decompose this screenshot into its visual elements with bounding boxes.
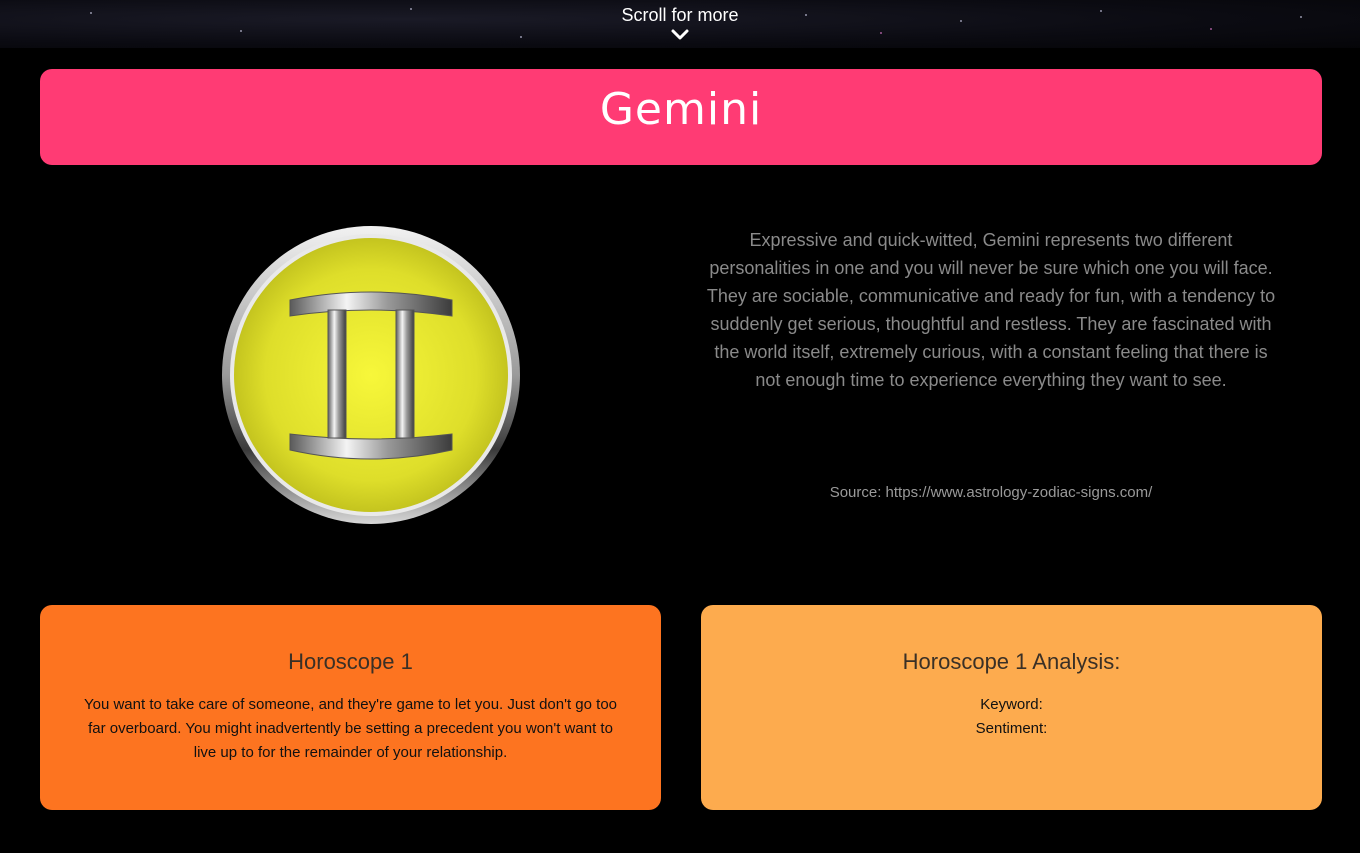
scroll-label[interactable]: Scroll for more [0, 4, 1360, 26]
sign-title: Gemini [599, 84, 763, 135]
sign-title-banner: Gemini [40, 69, 1322, 165]
analysis-title: Horoscope 1 Analysis: [902, 649, 1121, 674]
sentiment-label: Sentiment: [975, 720, 1048, 737]
chevron-down-icon[interactable] [670, 28, 690, 42]
sign-description: Expressive and quick-witted, Gemini repr… [706, 230, 1276, 390]
analysis-card: Horoscope 1 Analysis: Keyword: Sentiment… [701, 605, 1322, 810]
horoscope-title: Horoscope 1 [288, 649, 413, 674]
horoscope-card: Horoscope 1 You want to take care of som… [40, 605, 661, 810]
horoscope-text: You want to take care of someone, and th… [83, 696, 617, 761]
gemini-symbol-icon [222, 226, 520, 524]
keyword-label: Keyword: [980, 696, 1043, 713]
source-citation: Source: https://www.astrology-zodiac-sig… [829, 484, 1153, 501]
scroll-hint[interactable]: Scroll for more [0, 4, 1360, 42]
analysis-details: Keyword: Sentiment: [701, 693, 1322, 741]
starfield-banner: Scroll for more [0, 0, 1360, 48]
